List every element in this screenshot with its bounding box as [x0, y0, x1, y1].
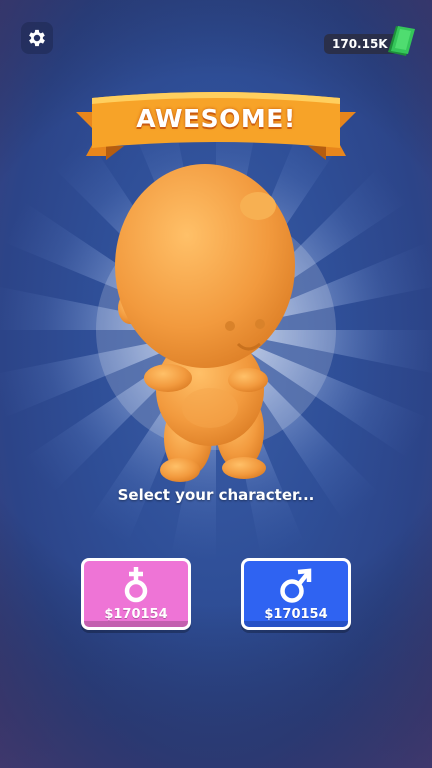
male-price: $170154	[264, 607, 328, 622]
settings-button[interactable]	[21, 22, 53, 54]
baby-character[interactable]	[110, 158, 310, 488]
select-character-prompt: Select your character...	[117, 486, 315, 504]
cash-icon	[388, 26, 415, 56]
female-symbol-icon	[124, 567, 148, 603]
button-shade	[244, 621, 348, 627]
currency-display: 170.15K	[324, 24, 416, 64]
male-option-button[interactable]: $170154	[241, 558, 351, 630]
gear-icon	[29, 29, 45, 47]
female-price: $170154	[104, 607, 168, 622]
female-option-button[interactable]: $170154	[81, 558, 191, 630]
male-symbol-icon	[280, 568, 312, 603]
button-shade	[84, 621, 188, 627]
banner-title: AWESOME!	[136, 104, 296, 133]
